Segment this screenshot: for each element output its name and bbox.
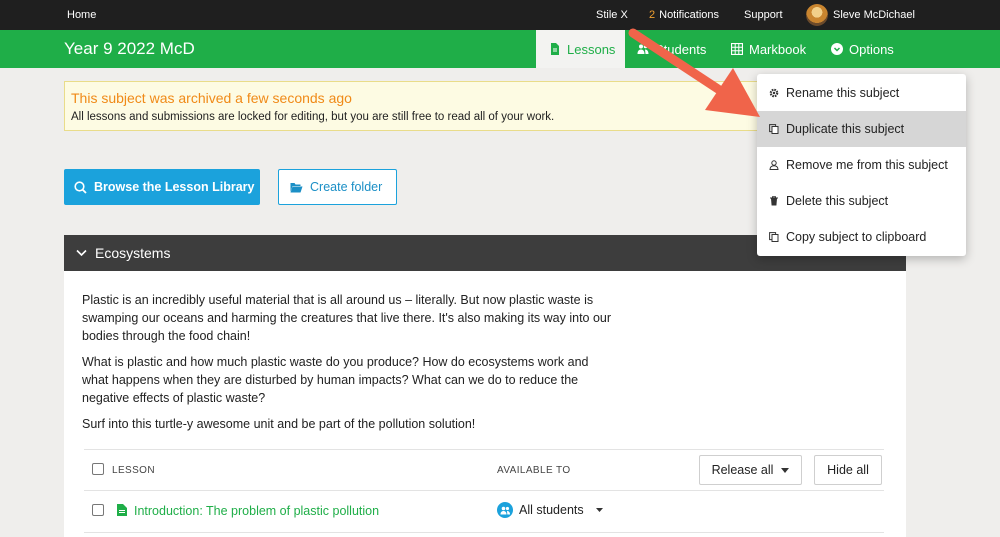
- remove-me-menu-item[interactable]: Remove me from this subject: [757, 147, 966, 183]
- gear-icon: [769, 88, 779, 98]
- lesson-table-header: LESSON AVAILABLE TO Release all Hide all: [84, 449, 884, 491]
- rename-subject-label: Rename this subject: [786, 86, 900, 100]
- tab-lessons-label: Lessons: [567, 41, 616, 57]
- folder-description-paragraph: Surf into this turtle-y awesome unit and…: [82, 417, 476, 431]
- browse-lesson-library-label: Browse the Lesson Library: [94, 180, 255, 194]
- create-folder-button[interactable]: Create folder: [278, 169, 397, 205]
- hide-all-button[interactable]: Hide all: [814, 455, 882, 485]
- notifications-count: 2: [649, 9, 656, 21]
- chevron-down-circle-icon: [831, 43, 843, 55]
- availability-dropdown[interactable]: All students: [497, 502, 603, 518]
- school-link[interactable]: Stile X: [596, 9, 628, 21]
- clipboard-icon: [769, 232, 779, 242]
- release-all-label: Release all: [711, 463, 774, 477]
- folder-name: Ecosystems: [95, 245, 171, 261]
- tab-markbook[interactable]: Markbook: [731, 30, 806, 68]
- home-link[interactable]: Home: [67, 9, 96, 21]
- avatar[interactable]: [806, 4, 828, 26]
- tab-students-label: Students: [655, 41, 707, 57]
- tab-options[interactable]: Options: [831, 30, 894, 68]
- duplicate-subject-label: Duplicate this subject: [786, 122, 905, 136]
- copy-to-clipboard-menu-item[interactable]: Copy subject to clipboard: [757, 219, 966, 255]
- select-all-checkbox[interactable]: [92, 463, 104, 475]
- hide-all-label: Hide all: [827, 463, 869, 477]
- folder-description: Plastic is an incredibly useful material…: [82, 291, 612, 441]
- column-header-lesson: LESSON: [112, 465, 155, 476]
- table-row: Introduction: The problem of plastic pol…: [84, 491, 884, 533]
- people-icon: [637, 44, 649, 54]
- tab-markbook-label: Markbook: [749, 41, 807, 57]
- folder-description-paragraph: What is plastic and how much plastic was…: [82, 355, 589, 405]
- notifications-label: Notifications: [659, 9, 720, 21]
- people-icon: [497, 502, 513, 518]
- subject-header-bar: Year 9 2022 McD Lessons Students Markboo…: [0, 30, 1000, 68]
- remove-me-label: Remove me from this subject: [786, 158, 948, 172]
- notifications-link[interactable]: 2 Notifications: [649, 9, 719, 21]
- rename-subject-menu-item[interactable]: Rename this subject: [757, 75, 966, 111]
- delete-subject-menu-item[interactable]: Delete this subject: [757, 183, 966, 219]
- archived-banner-heading: This subject was archived a few seconds …: [71, 90, 352, 106]
- options-dropdown-menu: Rename this subject Duplicate this subje…: [757, 74, 966, 256]
- tab-lessons[interactable]: Lessons: [536, 30, 625, 68]
- search-icon: [74, 180, 87, 194]
- browse-lesson-library-button[interactable]: Browse the Lesson Library: [64, 169, 260, 205]
- lesson-checkbox[interactable]: [92, 504, 104, 516]
- user-name[interactable]: Sleve McDichael: [833, 9, 915, 21]
- create-folder-label: Create folder: [310, 180, 383, 194]
- document-icon: [551, 43, 559, 55]
- tab-options-label: Options: [849, 41, 894, 57]
- grid-icon: [731, 43, 743, 55]
- folder-body: Plastic is an incredibly useful material…: [64, 271, 906, 537]
- subject-title: Year 9 2022 McD: [64, 39, 195, 58]
- lesson-link[interactable]: Introduction: The problem of plastic pol…: [134, 504, 379, 518]
- folder-open-icon: [290, 182, 303, 192]
- release-all-button[interactable]: Release all: [699, 455, 802, 485]
- trash-icon: [770, 196, 778, 206]
- chevron-down-icon: [76, 249, 87, 257]
- tab-students[interactable]: Students: [637, 30, 706, 68]
- person-icon: [769, 160, 779, 170]
- availability-label: All students: [519, 503, 584, 517]
- support-link[interactable]: Support: [744, 9, 783, 21]
- document-icon: [117, 504, 127, 516]
- caret-down-icon: [595, 508, 603, 512]
- folder-description-paragraph: Plastic is an incredibly useful material…: [82, 293, 612, 343]
- archived-banner-body: All lessons and submissions are locked f…: [71, 111, 555, 123]
- duplicate-subject-menu-item[interactable]: Duplicate this subject: [757, 111, 966, 147]
- column-header-available-to: AVAILABLE TO: [497, 465, 571, 476]
- copy-to-clipboard-label: Copy subject to clipboard: [786, 230, 927, 244]
- top-navigation-bar: Home Stile X 2 Notifications Support Slev…: [0, 0, 1000, 30]
- caret-down-icon: [781, 467, 790, 473]
- copy-icon: [769, 124, 779, 134]
- delete-subject-label: Delete this subject: [786, 194, 889, 208]
